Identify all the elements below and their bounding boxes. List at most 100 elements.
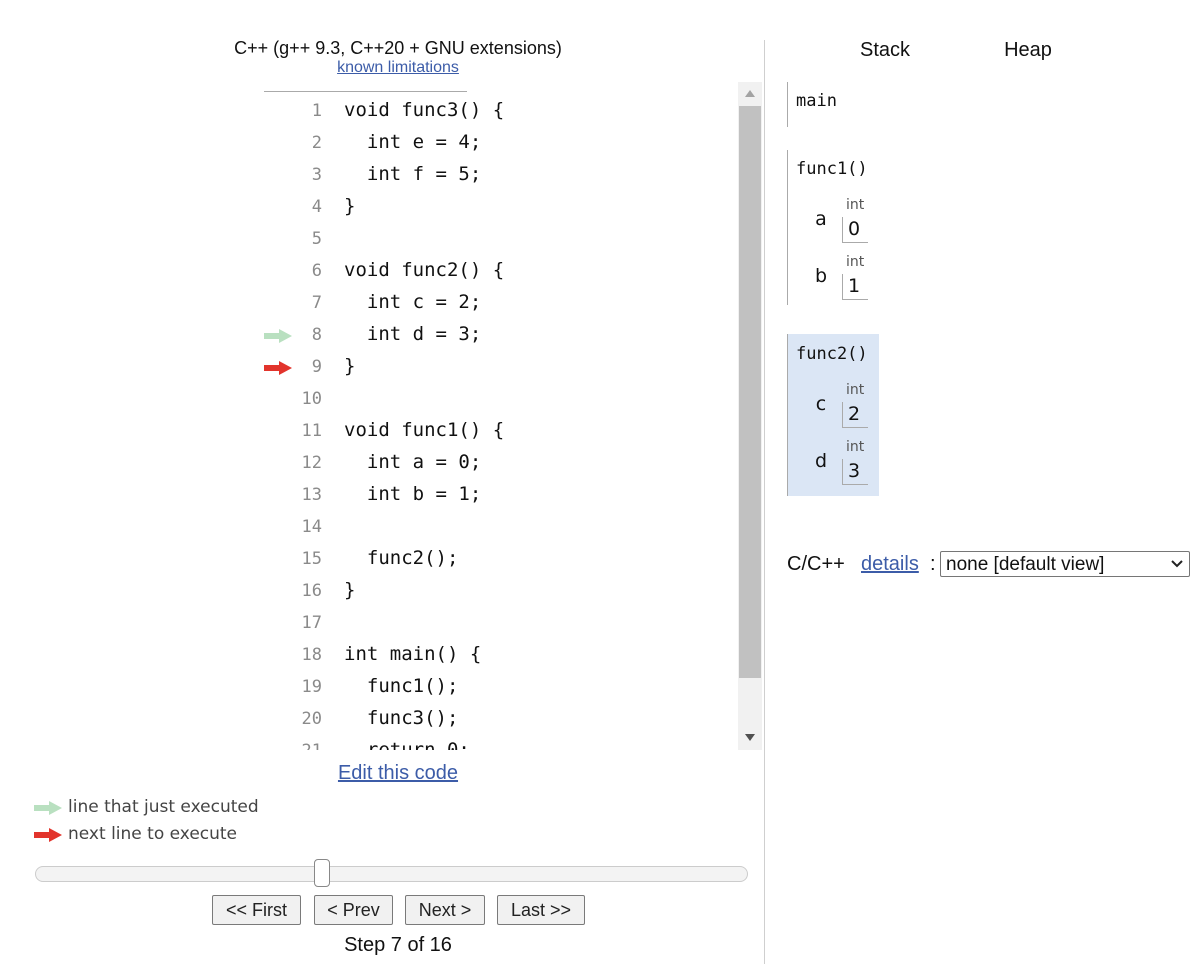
scroll-up-icon[interactable] [745,90,755,97]
line-number: 16 [301,581,322,601]
line-number: 21 [292,741,322,750]
line-code: func3(); [344,707,459,729]
stack-heading: Stack [859,39,911,61]
line-arrow-icon [264,456,292,472]
line-number: 5 [311,229,322,249]
stack-frame-main: main [787,82,879,127]
variable-value: 3 [842,459,868,485]
line-arrow-icon [264,584,292,600]
line-number: 12 [301,453,322,473]
edit-code-link[interactable]: Edit this code [200,762,596,785]
red-arrow-icon [34,828,62,842]
line-arrow-icon [264,424,292,440]
line-code: return 0; [344,739,470,750]
line-arrow-icon [264,329,292,343]
details-row: C/C++ details : none [default view] [787,551,1191,577]
line-number: 19 [301,677,322,697]
legend-just-executed-label: line that just executed [68,797,259,817]
line-code: int e = 4; [344,131,482,153]
line-number: 3 [311,165,322,185]
line-number: 10 [301,389,322,409]
line-arrow-icon [264,648,292,664]
line-code: void func3() { [344,99,505,121]
code-line: 19 func1(); [264,672,738,704]
visualization-panel: Stack Heap main func1() a int 0 b int 1 … [765,0,1200,964]
frame-name: main [796,91,837,111]
variable-name: b [814,265,828,287]
variable-name: a [815,208,827,230]
last-button[interactable]: Last >> [497,895,585,925]
line-code: func2(); [344,547,459,569]
line-arrow-icon [264,552,292,568]
line-arrow-icon [264,744,292,750]
code-line: 15 func2(); [264,544,738,576]
line-number: 9 [311,357,322,377]
variable-type: int [846,382,865,398]
line-arrow-icon [264,361,292,375]
code-line: 3 int f = 5; [264,160,738,192]
code-line: 8 int d = 3; [264,320,738,352]
line-code: func1(); [344,675,459,697]
line-arrow-icon [264,520,292,536]
line-number: 17 [301,613,322,633]
line-code: int main() { [344,643,482,665]
code-line: 5 [264,224,738,256]
line-code: void func1() { [344,419,505,441]
variable-name: c [815,393,827,415]
line-arrow-icon [264,168,292,184]
code-panel: C++ (g++ 9.3, C++20 + GNU extensions) kn… [0,0,765,964]
code-line: 9 } [264,352,738,384]
code-line: 18 int main() { [264,640,738,672]
variable-name: d [814,450,828,472]
code-listing[interactable]: 1 void func3() { 2 int e = 4; 3 int f = … [264,96,738,750]
stack-frame-func1: func1() a int 0 b int 1 [787,150,879,305]
code-header-rule [264,91,467,92]
first-button[interactable]: << First [212,895,301,925]
code-line: 11 void func1() { [264,416,738,448]
code-line: 7 int c = 2; [264,288,738,320]
details-view-select[interactable]: none [default view] [940,551,1190,577]
line-arrow-icon [264,680,292,696]
line-number: 18 [301,645,322,665]
scroll-down-icon[interactable] [745,734,755,741]
stack-frame-func2: func2() c int 2 d int 3 [787,334,879,496]
line-code: } [344,579,356,601]
variable-value: 0 [842,217,868,243]
step-slider[interactable] [35,859,748,887]
line-number: 20 [301,709,322,729]
line-number: 7 [311,293,322,313]
scroll-thumb[interactable] [739,106,761,678]
variable-value: 1 [842,274,868,300]
line-arrow-icon [264,296,292,312]
line-arrow-icon [264,488,292,504]
code-line: 2 int e = 4; [264,128,738,160]
code-line: 16 } [264,576,738,608]
heap-heading: Heap [1004,39,1052,61]
code-line: 4 } [264,192,738,224]
prev-button[interactable]: < Prev [314,895,393,925]
slider-handle[interactable] [314,859,330,887]
line-number: 1 [311,101,322,121]
code-line: 13 int b = 1; [264,480,738,512]
known-limitations-link[interactable]: known limitations [200,59,596,77]
line-number: 6 [311,261,322,281]
line-number: 14 [301,517,322,537]
code-scrollbar[interactable] [738,82,762,750]
line-code: int a = 0; [344,451,482,473]
code-line: 10 [264,384,738,416]
line-arrow-icon [264,264,292,280]
next-button[interactable]: Next > [405,895,485,925]
variable-type: int [846,439,865,455]
details-selected-value: none [default view] [946,554,1105,575]
line-number: 8 [311,325,322,345]
legend-next-line-label: next line to execute [68,824,238,844]
chevron-down-icon [1171,560,1183,568]
details-link[interactable]: details [861,553,919,576]
code-line: 20 func3(); [264,704,738,736]
line-code: int d = 3; [344,323,482,345]
line-code: int b = 1; [344,483,482,505]
line-arrow-icon [264,104,292,120]
details-colon: : [930,553,936,575]
frame-name: func1() [796,159,868,179]
line-number: 2 [311,133,322,153]
